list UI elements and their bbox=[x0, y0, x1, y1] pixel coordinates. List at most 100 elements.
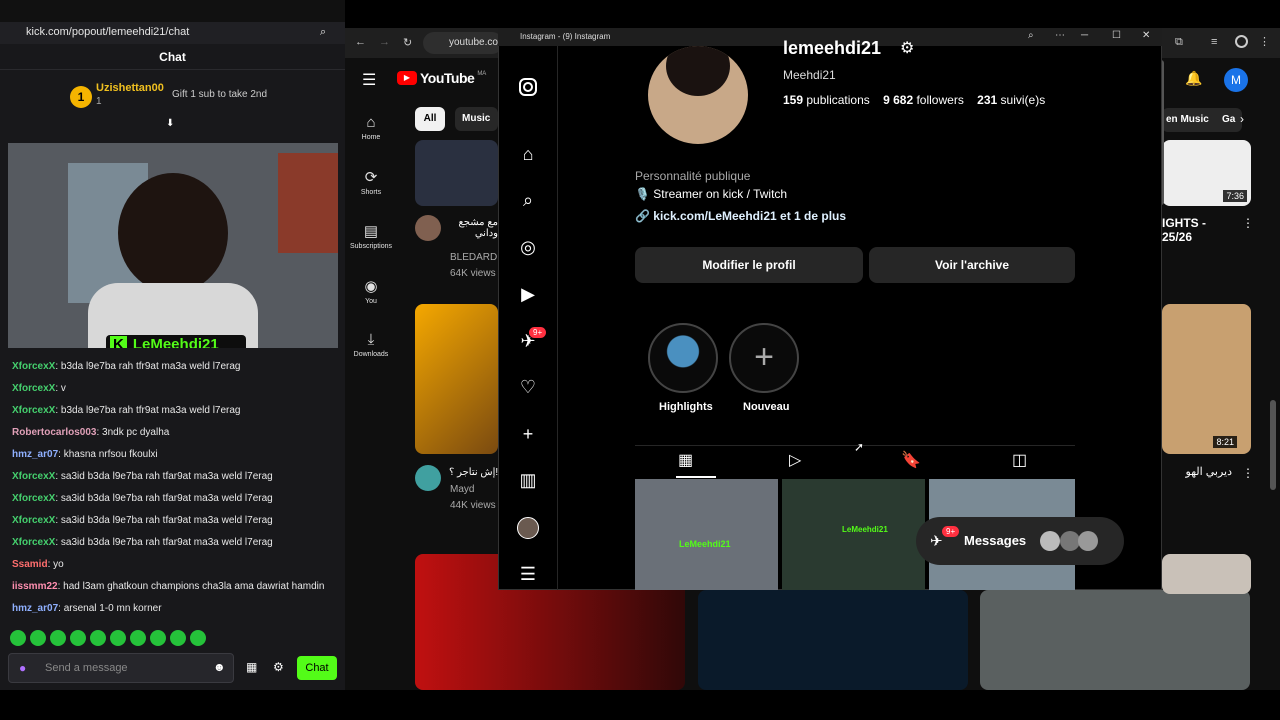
new-highlight-button[interactable]: + bbox=[729, 323, 799, 393]
messages-floating-button[interactable]: ✈ 9+ Messages bbox=[916, 517, 1124, 565]
chevron-right-icon[interactable]: › bbox=[1240, 112, 1244, 126]
mouse-cursor: ➚ bbox=[854, 440, 865, 454]
video-channel[interactable]: Mayd bbox=[450, 484, 474, 495]
nav-subscriptions[interactable]: ▤ Subscriptions bbox=[345, 222, 397, 250]
chat-username[interactable]: XforcexX bbox=[12, 515, 55, 526]
chat-username[interactable]: hmz_ar07 bbox=[12, 449, 58, 460]
channel-avatar[interactable] bbox=[415, 465, 441, 491]
chat-username[interactable]: Ssamid bbox=[12, 559, 48, 570]
profile-link[interactable]: 🔗 kick.com/LeMeehdi21 et 1 de plus bbox=[635, 209, 846, 223]
heart-icon[interactable]: ♡ bbox=[517, 376, 539, 398]
short-thumbnail[interactable] bbox=[1162, 554, 1251, 594]
video-title[interactable]: ديربي الهو bbox=[1162, 465, 1232, 478]
more-icon[interactable]: ⋮ bbox=[1242, 466, 1254, 480]
gear-icon[interactable]: ⚙ bbox=[273, 660, 284, 674]
send-message-input[interactable]: ● Send a message ☻ bbox=[8, 653, 234, 683]
video-thumbnail[interactable] bbox=[415, 140, 498, 206]
home-icon[interactable]: ⌂ bbox=[517, 143, 539, 165]
close-icon[interactable]: ✕ bbox=[1142, 30, 1150, 41]
streamer-head bbox=[118, 173, 228, 293]
short-thumbnail[interactable] bbox=[980, 590, 1250, 690]
video-thumbnail[interactable] bbox=[415, 304, 498, 454]
emote-bar[interactable] bbox=[10, 630, 206, 646]
store-icon[interactable]: ▦ bbox=[246, 660, 257, 674]
tagged-tab-icon[interactable]: ◫ bbox=[1012, 450, 1027, 470]
nav-you[interactable]: ◉ You bbox=[345, 277, 397, 305]
forward-icon[interactable]: → bbox=[379, 36, 390, 48]
scrollbar[interactable] bbox=[1270, 400, 1276, 490]
post-thumbnail[interactable]: LeMeehdi21 bbox=[635, 479, 778, 590]
chip-music[interactable]: Music bbox=[455, 107, 498, 131]
chat-text: khasna nrfsou fkoulxi bbox=[63, 449, 158, 460]
edit-profile-button[interactable]: Modifier le profil bbox=[635, 247, 863, 283]
instagram-logo-icon[interactable] bbox=[517, 76, 539, 98]
video-channel[interactable]: BLEDARD bbox=[450, 252, 497, 263]
zoom-icon[interactable]: ⌕ bbox=[1028, 30, 1034, 41]
video-thumbnail[interactable]: 7:36 bbox=[1162, 140, 1251, 206]
view-archive-button[interactable]: Voir l'archive bbox=[869, 247, 1075, 283]
chat-username[interactable]: XforcexX bbox=[12, 471, 55, 482]
video-thumbnail[interactable]: 8:21 bbox=[1162, 304, 1251, 454]
chat-username[interactable]: XforcexX bbox=[12, 537, 55, 548]
chip-all[interactable]: All bbox=[415, 107, 445, 131]
more-icon[interactable]: ⋮ bbox=[1242, 216, 1254, 230]
browser-menu-icon[interactable]: ⋮ bbox=[1259, 35, 1270, 48]
chat-username[interactable]: XforcexX bbox=[12, 493, 55, 504]
channel-avatar[interactable] bbox=[415, 215, 441, 241]
hamburger-icon[interactable]: ☰ bbox=[362, 70, 376, 90]
chip-partial[interactable]: Ga bbox=[1222, 108, 1235, 132]
nav-icon: ◉ bbox=[364, 278, 378, 295]
profile-picture[interactable] bbox=[648, 46, 748, 144]
saved-tab-icon[interactable]: 🔖 bbox=[901, 450, 921, 470]
bell-icon[interactable]: 🔔 bbox=[1185, 70, 1202, 87]
chat-username[interactable]: iissmm22 bbox=[12, 581, 58, 592]
nav-shorts[interactable]: ⟳ Shorts bbox=[345, 168, 397, 196]
chat-send-button[interactable]: Chat bbox=[297, 656, 337, 680]
nav-icon: ▤ bbox=[363, 223, 379, 240]
extensions-icon[interactable]: ⧉ bbox=[1175, 36, 1183, 49]
chat-username[interactable]: hmz_ar07 bbox=[12, 603, 58, 614]
zoom-icon[interactable]: ⌕ bbox=[320, 26, 326, 39]
video-title[interactable]: إش نتاجر ؟! bbox=[449, 467, 498, 478]
minimize-icon[interactable]: ─ bbox=[1081, 30, 1088, 41]
chat-username[interactable]: XforcexX bbox=[12, 361, 55, 372]
search-icon[interactable]: ⌕ bbox=[517, 189, 539, 211]
account-avatar[interactable]: M bbox=[1224, 68, 1248, 92]
settings-icon[interactable]: ⚙ bbox=[900, 38, 914, 58]
nav-label: You bbox=[365, 298, 377, 305]
grid-tab-icon[interactable]: ▦ bbox=[678, 450, 693, 470]
highlight-story[interactable] bbox=[648, 323, 718, 393]
pin-icon[interactable]: ⬇ bbox=[166, 118, 174, 129]
reload-icon[interactable]: ↻ bbox=[403, 36, 412, 49]
nav-home[interactable]: ⌂ Home bbox=[345, 114, 397, 141]
emoji-icon[interactable]: ☻ bbox=[213, 660, 226, 674]
maximize-icon[interactable]: ☐ bbox=[1112, 30, 1121, 41]
chat-text: b3da l9e7ba rah tfr9at ma3a weld l7erag bbox=[60, 361, 241, 372]
mic-icon[interactable]: ● bbox=[19, 661, 26, 675]
profile-icon[interactable] bbox=[1235, 35, 1248, 48]
chat-username[interactable]: XforcexX bbox=[12, 383, 55, 394]
create-icon[interactable]: + bbox=[517, 423, 539, 445]
nav-downloads[interactable]: ⤓ Downloads bbox=[345, 331, 397, 358]
post-thumbnail[interactable]: LeMeehdi21 bbox=[782, 479, 925, 590]
kick-url-bar[interactable]: kick.com/popout/lemeehdi21/chat ⌕ bbox=[0, 22, 345, 44]
reels-icon[interactable]: ▶ bbox=[517, 283, 539, 305]
media-icon[interactable]: ≡ bbox=[1211, 36, 1217, 48]
video-title[interactable]: IGHTS - 25/26 bbox=[1162, 216, 1232, 244]
youtube-logo[interactable]: ▶ YouTube MA bbox=[397, 70, 486, 86]
chat-text: sa3id b3da l9e7ba rah tfar9at ma3a weld … bbox=[60, 515, 273, 526]
menu-icon[interactable]: ☰ bbox=[517, 563, 539, 585]
explore-icon[interactable]: ◎ bbox=[517, 236, 539, 258]
yt-url-bar[interactable]: youtube.com bbox=[423, 32, 506, 54]
video-title[interactable]: مع مشجع وداني bbox=[449, 217, 498, 239]
dashboard-icon[interactable]: ▥ bbox=[517, 469, 539, 491]
profile-avatar-icon[interactable] bbox=[517, 517, 539, 539]
notification-badge: 9+ bbox=[529, 327, 547, 338]
short-thumbnail[interactable] bbox=[698, 590, 968, 690]
chat-title: Chat bbox=[0, 44, 345, 70]
more-icon[interactable]: ⋯ bbox=[1055, 30, 1065, 41]
reels-tab-icon[interactable]: ▷ bbox=[789, 450, 801, 470]
chat-username[interactable]: XforcexX bbox=[12, 405, 55, 416]
chat-username[interactable]: Robertocarlos003 bbox=[12, 427, 96, 438]
back-icon[interactable]: ← bbox=[355, 36, 366, 48]
